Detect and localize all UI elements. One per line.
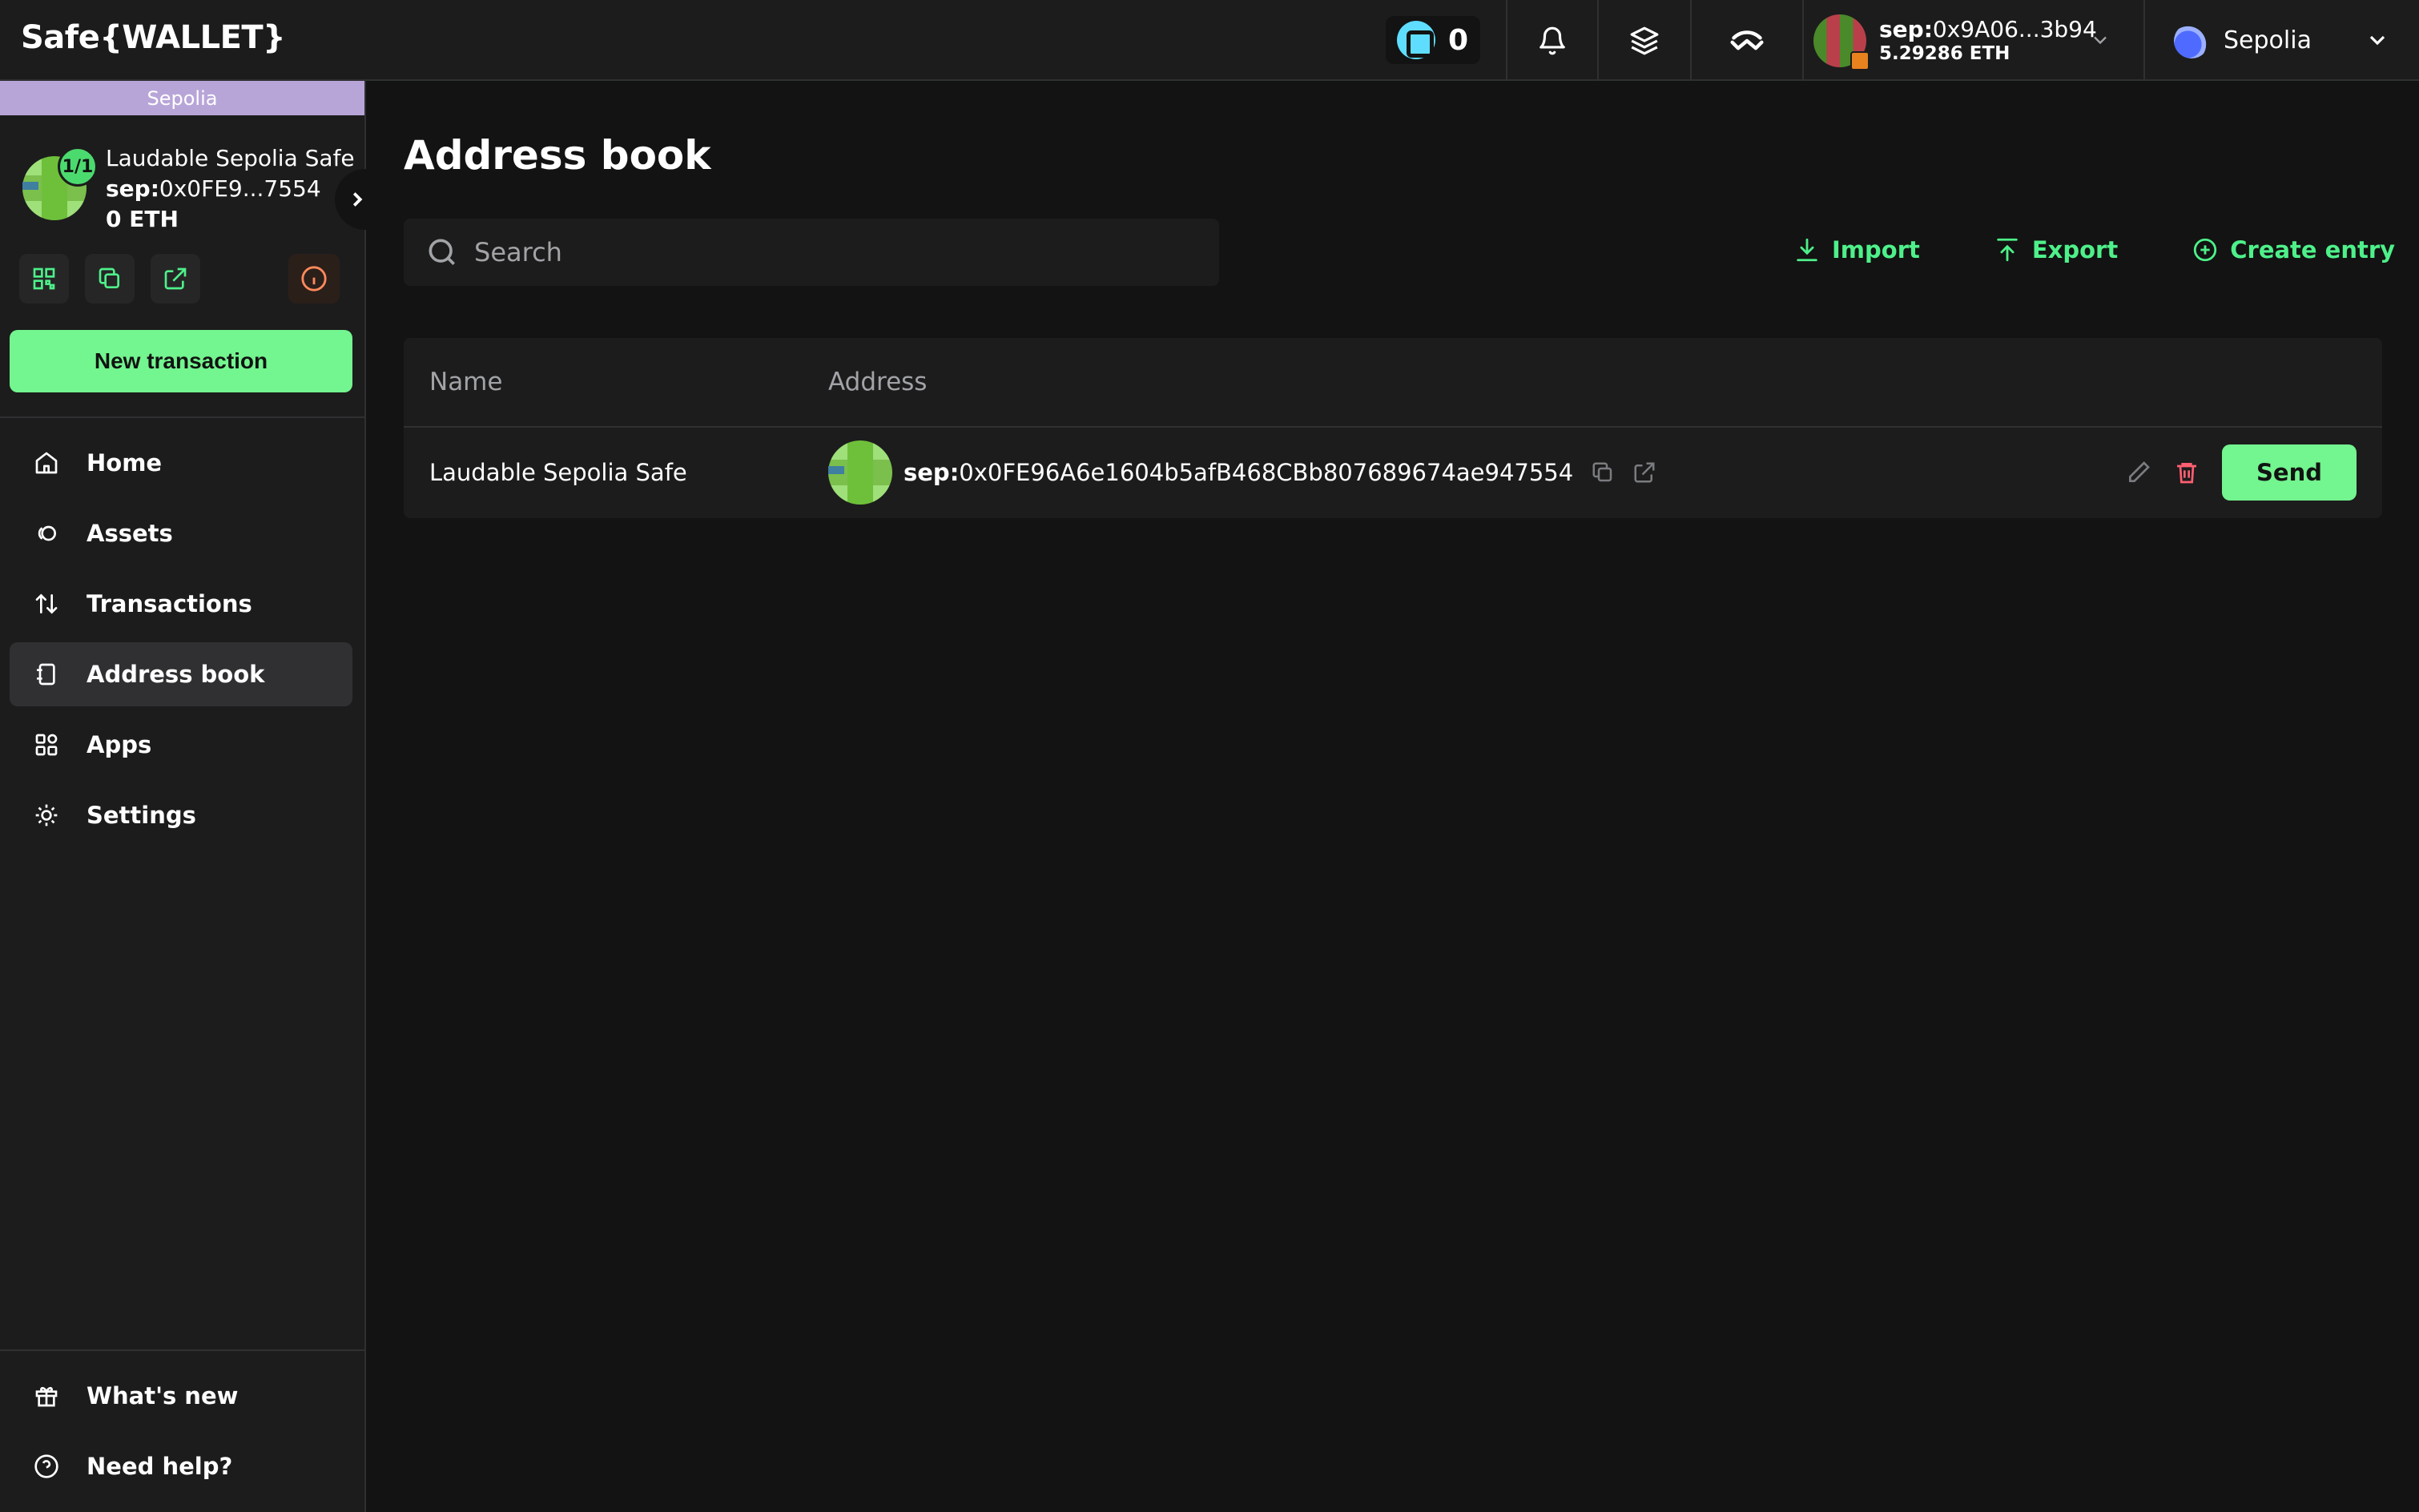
sidebar-item-help[interactable]: Need help? [10, 1434, 352, 1498]
entry-name: Laudable Sepolia Safe [429, 458, 687, 486]
sidebar-item-settings[interactable]: Settings [10, 783, 352, 847]
sidebar-item-label: Address book [87, 661, 265, 688]
qr-code-button[interactable] [19, 254, 69, 304]
sidebar-nav: Home Assets Transactions Address book Ap… [10, 431, 352, 854]
help-icon [34, 1454, 58, 1478]
address-book-actions: Import Export Create entry [1793, 236, 2395, 263]
batch-button[interactable] [1597, 0, 1690, 81]
page-title: Address book [404, 132, 711, 179]
info-icon [301, 266, 327, 292]
safe-balance: 0 ETH [106, 206, 179, 232]
points-icon [1397, 21, 1435, 59]
create-entry-button[interactable]: Create entry [2192, 236, 2395, 263]
network-selector[interactable]: Sepolia [2143, 0, 2419, 81]
search-icon [429, 239, 455, 265]
edit-icon[interactable] [2126, 460, 2151, 485]
copy-address-button[interactable] [85, 254, 135, 304]
sidebar-item-address-book[interactable]: Address book [10, 642, 352, 706]
chevron-down-icon [2094, 36, 2107, 45]
new-transaction-button[interactable]: New transaction [10, 330, 352, 392]
table-header: Name Address [404, 338, 2382, 428]
address-book-icon [37, 663, 55, 686]
points-widget[interactable]: 0 [1386, 16, 1480, 64]
main-content: Address book Import Export Create entry … [368, 81, 2419, 1512]
copy-icon [99, 267, 119, 288]
sidebar-item-label: Settings [87, 802, 196, 829]
column-header-address[interactable]: Address [828, 368, 927, 396]
sidebar-item-whats-new[interactable]: What's new [10, 1364, 352, 1428]
top-header: Safe{WALLET} 0 sep:0x9A06...3b94 5.29286… [0, 0, 2419, 81]
sidebar-divider [0, 416, 364, 418]
delete-icon[interactable] [2174, 460, 2200, 485]
import-button[interactable]: Import [1793, 236, 1920, 263]
address-book-table: Name Address Laudable Sepolia Safe sep:0… [404, 338, 2382, 518]
sidebar-divider [0, 1349, 364, 1351]
chevron-right-icon [352, 192, 363, 207]
add-circle-icon [2194, 238, 2217, 262]
sidebar-item-label: Need help? [87, 1453, 233, 1480]
notifications-button[interactable] [1506, 0, 1597, 81]
sidebar-item-apps[interactable]: Apps [10, 713, 352, 777]
bell-icon [1540, 26, 1565, 54]
sidebar: Sepolia 1/1 Laudable Sepolia Safe sep:0x… [0, 81, 380, 1512]
settings-icon [35, 804, 58, 826]
download-icon [1797, 238, 1817, 262]
points-value: 0 [1448, 23, 1469, 57]
sidebar-item-label: What's new [87, 1382, 239, 1409]
network-label: Sepolia [2224, 26, 2312, 54]
sepolia-network-icon [2174, 22, 2209, 58]
gift-icon [35, 1386, 58, 1407]
export-button[interactable]: Export [1994, 236, 2118, 263]
threshold-badge: 1/1 [58, 147, 98, 187]
upload-icon [1997, 238, 2018, 262]
sidebar-item-label: Apps [87, 731, 152, 758]
assets-icon [38, 525, 56, 541]
safe-logo[interactable]: Safe{WALLET} [21, 19, 286, 56]
sidebar-bottom-nav: What's new Need help? [10, 1364, 352, 1505]
sidebar-item-assets[interactable]: Assets [10, 501, 352, 565]
metamask-icon [1850, 50, 1870, 70]
walletconnect-button[interactable] [1690, 0, 1802, 81]
column-header-name[interactable]: Name [429, 368, 502, 396]
layers-icon [1630, 26, 1659, 54]
home-icon [35, 452, 58, 474]
search-input[interactable] [474, 237, 1195, 267]
account-avatar [1813, 14, 1870, 70]
entry-address: sep:0x0FE96A6e1604b5afB468CBb807689674ae… [904, 458, 1574, 486]
walletconnect-icon [1730, 30, 1764, 50]
safe-info-button[interactable] [288, 254, 340, 304]
sidebar-item-home[interactable]: Home [10, 431, 352, 495]
entry-avatar [828, 440, 892, 505]
sidebar-item-label: Home [87, 449, 163, 477]
chevron-down-icon [2369, 35, 2385, 46]
open-explorer-button[interactable] [151, 254, 200, 304]
account-menu[interactable]: sep:0x9A06...3b94 5.29286 ETH [1802, 0, 2143, 81]
send-button[interactable]: Send [2222, 444, 2357, 501]
external-link-icon [164, 267, 187, 290]
sidebar-item-label: Assets [87, 520, 173, 547]
external-link-icon[interactable] [1632, 460, 1656, 485]
safe-address: sep:0x0FE9...7554 [106, 175, 321, 202]
table-row: Laudable Sepolia Safe sep:0x0FE96A6e1604… [404, 428, 2382, 517]
copy-icon[interactable] [1591, 460, 1615, 485]
account-balance: 5.29286 ETH [1879, 42, 2010, 64]
account-address: sep:0x9A06...3b94 [1879, 15, 2097, 42]
safe-name: Laudable Sepolia Safe [106, 145, 355, 171]
transactions-icon [35, 593, 58, 614]
sidebar-item-label: Transactions [87, 590, 252, 617]
search-box[interactable] [404, 219, 1219, 286]
sidebar-item-transactions[interactable]: Transactions [10, 572, 352, 636]
apps-icon [35, 734, 58, 756]
qr-code-icon [33, 267, 55, 290]
chain-indicator: Sepolia [0, 81, 364, 115]
